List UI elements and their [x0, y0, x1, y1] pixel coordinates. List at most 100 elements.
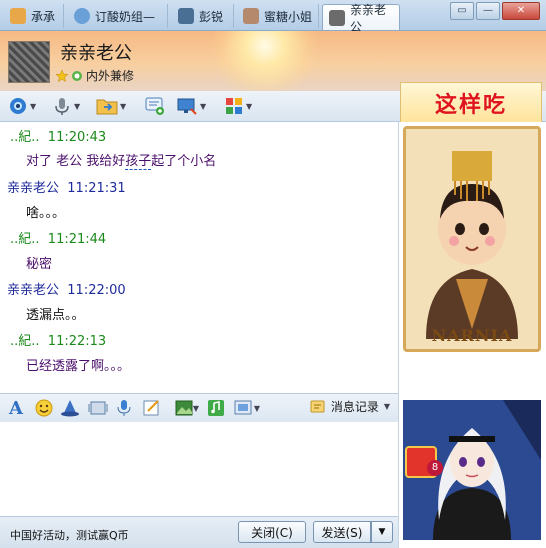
contact-show-portrait[interactable]: NARNIA: [403, 126, 541, 352]
message-input[interactable]: [0, 422, 398, 516]
header-background: [210, 31, 320, 91]
chat-history[interactable]: ..紀.. 11:20:43 对了 老公 我给好孩子起了个小名 亲亲老公 11:…: [0, 122, 398, 392]
image-button[interactable]: ▼: [230, 398, 264, 418]
tab-label: 蜜糖小姐: [264, 9, 313, 24]
sms-icon: [145, 97, 164, 115]
emoticon-button[interactable]: [34, 398, 54, 418]
message-time: 11:22:00: [67, 283, 126, 298]
minimize-button[interactable]: —: [476, 2, 500, 20]
message-text: 已经透露了啊。。。: [26, 359, 131, 374]
chevron-down-icon: ▼: [378, 527, 386, 537]
font-button[interactable]: A: [6, 397, 26, 419]
tab-dingsuannai[interactable]: 订酸奶组—: [68, 4, 168, 28]
message-time: 11:21:31: [67, 181, 126, 196]
window-controls: ▭ — ✕: [450, 2, 540, 20]
chevron-down-icon[interactable]: ▼: [254, 404, 260, 413]
tab-chengcheng[interactable]: 承承: [4, 4, 64, 28]
message-time: 11:20:43: [47, 130, 107, 145]
message-text-part: 对了 老公 我给好: [26, 154, 126, 169]
gift-badge: 8: [427, 460, 443, 476]
music-button[interactable]: [206, 398, 226, 418]
chevron-down-icon[interactable]: ▼: [193, 404, 199, 413]
message-text-part: 起了个小名: [151, 154, 217, 169]
tab-label: 亲亲老公: [350, 2, 387, 34]
font-icon: A: [9, 397, 23, 419]
microphone-icon: [117, 400, 131, 416]
message-text: 透漏点。。: [26, 308, 85, 323]
avatar-icon: [329, 9, 345, 26]
tab-label: 彭锐: [199, 9, 224, 24]
restore-button[interactable]: ▭: [450, 2, 474, 20]
send-options-button[interactable]: ▼: [371, 521, 393, 543]
signature-icon: [72, 70, 82, 81]
apps-button[interactable]: ▼: [224, 95, 252, 117]
my-show-portrait[interactable]: 8: [403, 400, 541, 540]
avatar-icon: [178, 8, 194, 24]
emoticon-icon: [35, 399, 53, 417]
voice-button[interactable]: ▼: [52, 95, 80, 117]
apps-icon: [226, 98, 242, 114]
chevron-down-icon[interactable]: ▼: [120, 102, 126, 111]
tab-label: 承承: [31, 9, 56, 24]
file-transfer-button[interactable]: ▼: [96, 95, 126, 117]
message-header: ..紀.. 11:21:44: [10, 228, 106, 247]
tab-pengrui[interactable]: 彭锐: [172, 4, 234, 28]
star-icon: [56, 69, 68, 82]
music-icon: [208, 400, 224, 416]
chevron-down-icon[interactable]: ▼: [74, 102, 80, 111]
group-chat-icon: [74, 8, 90, 24]
microphone-icon: [55, 98, 69, 115]
message-text: 秘密: [26, 257, 53, 272]
sender-name: ..紀..: [10, 130, 40, 145]
tab-mitang[interactable]: 蜜糖小姐: [237, 4, 319, 28]
character-illustration: [406, 129, 538, 349]
magic-icon: [61, 400, 79, 417]
contact-name[interactable]: 亲亲老公: [60, 39, 132, 65]
message-time: 11:21:44: [47, 232, 107, 247]
portrait-caption: NARNIA: [431, 326, 513, 345]
contact-avatar[interactable]: [8, 41, 50, 83]
magic-button[interactable]: [60, 398, 80, 418]
chevron-down-icon[interactable]: ▼: [30, 102, 36, 111]
chat-window: 承承 订酸奶组— 彭锐 蜜糖小姐 亲亲老公 ▭ — ✕ 亲亲老公 内外兼修 ▼ …: [0, 0, 546, 548]
shake-icon: [88, 401, 108, 415]
show-panel: NARNIA 8: [398, 122, 546, 548]
screenshot-icon: [175, 400, 193, 416]
ad-banner[interactable]: 这样吃: [400, 82, 542, 124]
sms-button[interactable]: [144, 95, 166, 117]
close-button[interactable]: 关闭(C): [238, 521, 306, 543]
sender-name: ..紀..: [10, 232, 40, 247]
ad-text: 这样吃: [434, 93, 507, 118]
tab-strip: 承承 订酸奶组— 彭锐 蜜糖小姐 亲亲老公 ▭ — ✕: [0, 0, 546, 34]
video-button[interactable]: ▼: [8, 95, 36, 117]
chevron-down-icon[interactable]: ▼: [384, 402, 390, 411]
contact-signature: 内外兼修: [86, 69, 135, 83]
screenshot-button[interactable]: ▼: [172, 398, 202, 418]
chevron-down-icon[interactable]: ▼: [200, 102, 206, 111]
promo-link[interactable]: 中国好活动，测试赢Q币: [10, 527, 129, 543]
sender-name: ..紀..: [10, 334, 40, 349]
tab-qinqinlaogong[interactable]: 亲亲老公: [322, 3, 400, 34]
voice-message-button[interactable]: [114, 398, 134, 418]
input-toolbar: A ▼ ▼ 消息记录 ▼: [0, 393, 398, 423]
screen-share-icon: [177, 98, 197, 115]
shake-button[interactable]: [88, 398, 108, 418]
keyword-link[interactable]: 孩子: [125, 154, 152, 170]
message-text: 对了 老公 我给好孩子起了个小名: [26, 150, 217, 170]
close-window-button[interactable]: ✕: [502, 2, 540, 20]
message-header: 亲亲老公 11:22:00: [7, 279, 126, 298]
chevron-down-icon[interactable]: ▼: [246, 102, 252, 111]
contact-status: 内外兼修: [56, 67, 134, 84]
send-button[interactable]: 发送(S): [313, 521, 371, 543]
avatar-icon: [243, 8, 259, 24]
bottom-bar: 中国好活动，测试赢Q币 关闭(C) 发送(S) ▼: [0, 516, 398, 548]
message-history-icon: [310, 400, 325, 412]
tab-label: 订酸奶组—: [95, 9, 156, 24]
scribble-button[interactable]: [142, 398, 162, 418]
message-history-button[interactable]: 消息记录 ▼: [310, 398, 390, 415]
video-icon: [10, 98, 26, 114]
folder-icon: [96, 99, 118, 115]
scribble-icon: [143, 400, 159, 416]
screen-share-button[interactable]: ▼: [176, 95, 206, 117]
avatar-icon: [10, 8, 26, 24]
